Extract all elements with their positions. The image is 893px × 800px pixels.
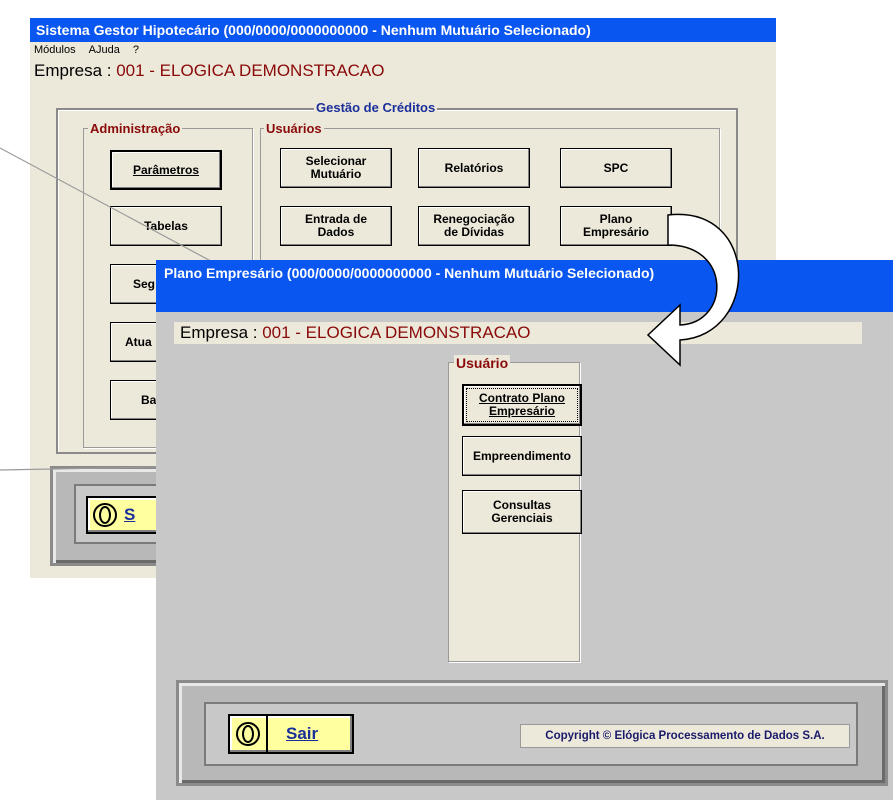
plano-empresario-window: Plano Empresário (000/0000/0000000000 - … <box>156 260 893 800</box>
contrato-plano-empresario-button[interactable]: Contrato Plano Empresário <box>462 384 582 426</box>
sair-button[interactable]: Sair <box>228 714 354 754</box>
plano-empresa-value: 001 - ELOGICA DEMONSTRACAO <box>262 323 531 342</box>
plano-empresa-label: Empresa : <box>180 323 263 342</box>
copyright-text: Copyright © Elógica Processamento de Dad… <box>520 724 850 748</box>
callout-left-stub <box>0 470 30 472</box>
plano-window-title: Plano Empresário (000/0000/0000000000 - … <box>156 260 893 312</box>
sair-divider <box>266 716 268 752</box>
consultas-gerenciais-button[interactable]: Consultas Gerenciais <box>462 490 582 534</box>
plano-empresa-line: Empresa : 001 - ELOGICA DEMONSTRACAO <box>180 322 531 344</box>
empreendimento-button[interactable]: Empreendimento <box>462 436 582 476</box>
logo-icon <box>235 721 261 747</box>
curved-arrow-icon <box>646 213 740 367</box>
usuario-title: Usuário <box>454 355 511 371</box>
sair-label: Sair <box>286 724 319 743</box>
